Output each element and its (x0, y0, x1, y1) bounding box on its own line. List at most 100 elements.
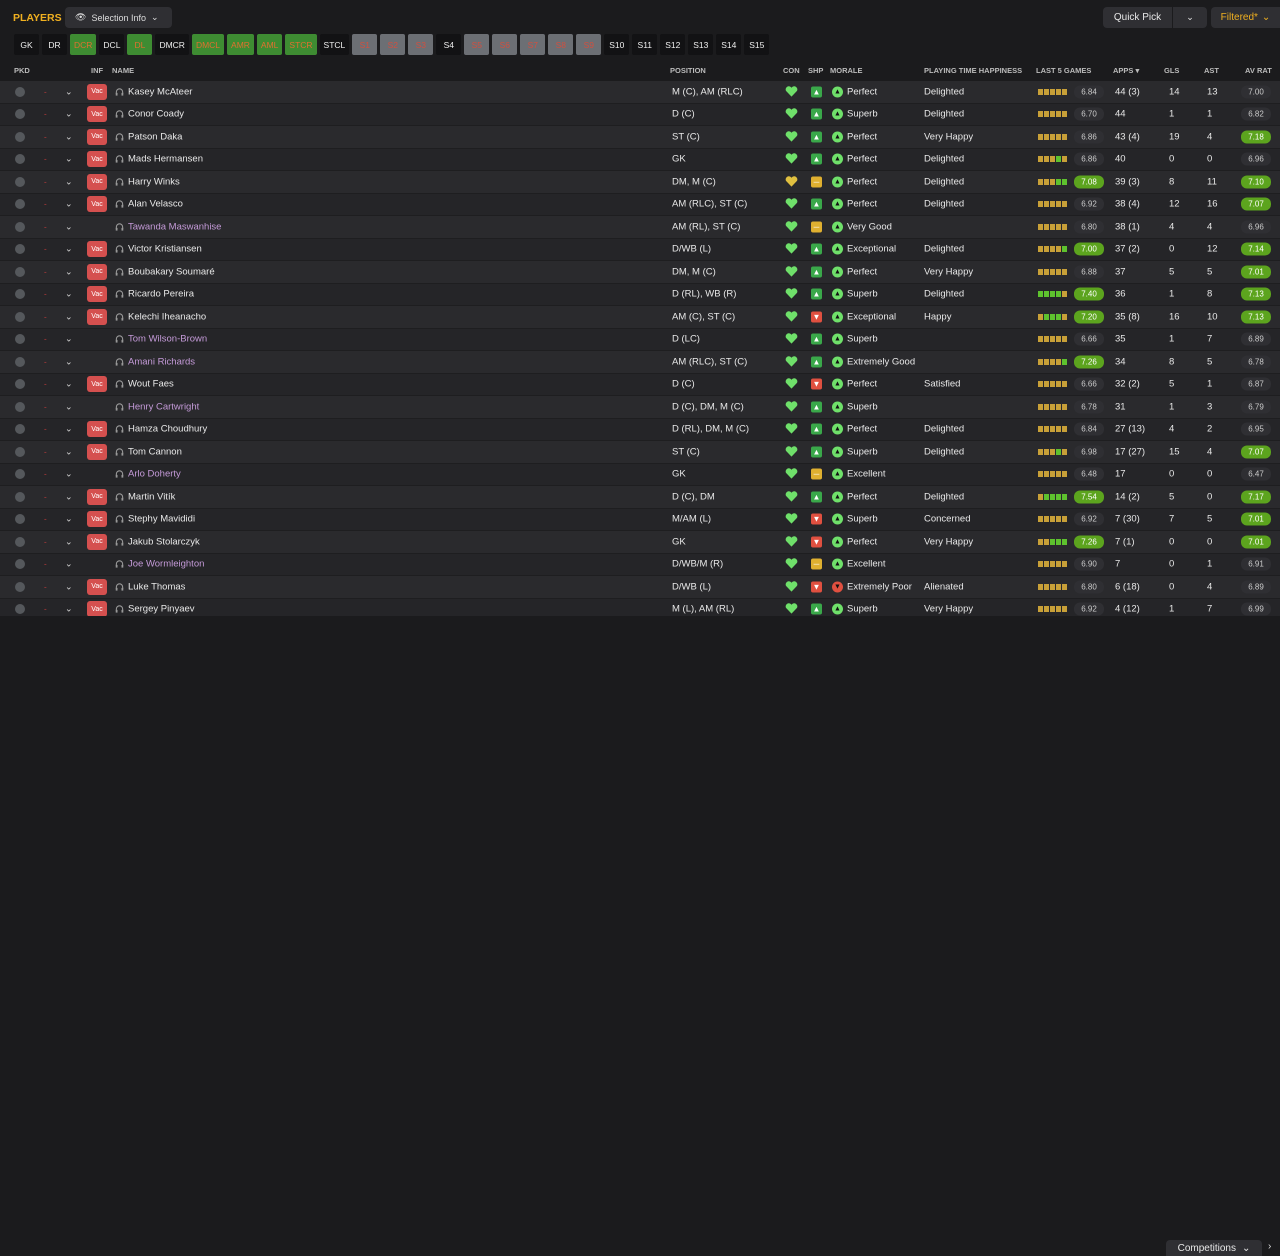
position-button[interactable]: S8 (548, 34, 574, 55)
player-name[interactable]: Kasey McAteer (128, 86, 192, 97)
morale-label[interactable]: Superb (847, 604, 878, 615)
pkd-marker[interactable]: - (44, 537, 47, 546)
condition-heart-icon[interactable] (785, 535, 799, 548)
pkd-marker[interactable]: - (44, 132, 47, 141)
sharpness-icon[interactable]: ▼ (811, 513, 822, 525)
last5-rating[interactable]: 6.98 (1074, 445, 1104, 459)
last5-form-bars[interactable] (1038, 403, 1067, 410)
table-row[interactable]: - ⌄ Vac Ricardo Pereira D (RL), WB (R) ▲ ▲ Supe… (0, 283, 1280, 306)
pick-checkbox[interactable] (15, 131, 25, 142)
headphones-icon[interactable] (115, 380, 124, 389)
last5-form-bars[interactable] (1038, 223, 1067, 230)
expand-chevron-icon[interactable]: ⌄ (65, 559, 73, 570)
assists[interactable]: 7 (1207, 604, 1212, 615)
condition-heart-icon[interactable] (785, 333, 799, 346)
table-row[interactable]: - ⌄ Vac Wout Faes D (C) ▼ ▲ Perfect Satisfied 6.6… (0, 373, 1280, 396)
expand-chevron-icon[interactable]: ⌄ (65, 266, 73, 277)
position-button[interactable]: S2 (380, 34, 406, 55)
pkd-marker[interactable]: - (44, 110, 47, 119)
goals[interactable]: 1 (1169, 334, 1174, 345)
table-row[interactable]: - ⌄ Vac Hamza Choudhury D (RL), DM, M (C) ▲ ▲ P… (0, 418, 1280, 441)
average-rating[interactable]: 6.79 (1241, 400, 1271, 414)
last5-rating[interactable]: 7.00 (1074, 242, 1104, 256)
goals[interactable]: 8 (1169, 356, 1174, 367)
average-rating[interactable]: 7.01 (1241, 512, 1271, 526)
sharpness-icon[interactable]: ▲ (811, 153, 822, 165)
assists[interactable]: 7 (1207, 334, 1212, 345)
appearances[interactable]: 7 (30) (1115, 514, 1140, 525)
last5-form-bars[interactable] (1038, 426, 1067, 433)
sharpness-icon[interactable]: ─ (811, 176, 822, 188)
playing-time-happiness[interactable]: Concerned (924, 514, 970, 525)
position-button[interactable]: S15 (744, 34, 770, 55)
player-position[interactable]: AM (RL), ST (C) (672, 221, 740, 232)
average-rating[interactable]: 7.14 (1241, 242, 1271, 256)
condition-heart-icon[interactable] (785, 355, 799, 368)
condition-heart-icon[interactable] (785, 513, 799, 526)
expand-chevron-icon[interactable]: ⌄ (65, 199, 73, 210)
player-name[interactable]: Harry Winks (128, 176, 180, 187)
pkd-marker[interactable]: - (44, 312, 47, 321)
position-button[interactable]: S10 (604, 34, 630, 55)
vac-badge[interactable]: Vac (87, 421, 107, 438)
playing-time-happiness[interactable]: Very Happy (924, 131, 973, 142)
playing-time-happiness[interactable]: Delighted (924, 289, 964, 300)
player-name[interactable]: Tawanda Maswanhise (128, 221, 221, 232)
headphones-icon[interactable] (115, 537, 124, 546)
vac-badge[interactable]: Vac (87, 128, 107, 145)
last5-form-bars[interactable] (1038, 291, 1067, 298)
appearances[interactable]: 7 (1115, 559, 1120, 570)
last5-rating[interactable]: 6.66 (1074, 377, 1104, 391)
last5-form-bars[interactable] (1038, 561, 1067, 568)
vac-badge[interactable]: Vac (87, 533, 107, 550)
col-con[interactable]: CON (783, 66, 800, 75)
vac-badge[interactable]: Vac (87, 376, 107, 393)
goals[interactable]: 1 (1169, 109, 1174, 120)
player-position[interactable]: AM (RLC), ST (C) (672, 199, 747, 210)
morale-icon[interactable]: ▲ (832, 333, 843, 345)
position-button[interactable]: DMCL (191, 34, 225, 55)
position-button[interactable]: S1 (352, 34, 378, 55)
morale-label[interactable]: Superb (847, 446, 878, 457)
playing-time-happiness[interactable]: Satisfied (924, 379, 960, 390)
player-name[interactable]: Victor Kristiansen (128, 244, 202, 255)
morale-label[interactable]: Superb (847, 334, 878, 345)
table-row[interactable]: - ⌄ Vac Tom Cannon ST (C) ▲ ▲ Superb Delighted 6.… (0, 441, 1280, 464)
sharpness-icon[interactable]: ▼ (811, 378, 822, 390)
expand-chevron-icon[interactable]: ⌄ (65, 491, 73, 502)
last5-rating[interactable]: 6.86 (1074, 130, 1104, 144)
player-position[interactable]: D (RL), WB (R) (672, 289, 736, 300)
table-row[interactable]: - ⌄ Vac Harry Winks DM, M (C) ─ ▲ Perfect Deligh… (0, 171, 1280, 194)
expand-chevron-icon[interactable]: ⌄ (65, 446, 73, 457)
average-rating[interactable]: 7.01 (1241, 535, 1271, 549)
last5-rating[interactable]: 6.78 (1074, 400, 1104, 414)
expand-chevron-icon[interactable]: ⌄ (65, 356, 73, 367)
pick-checkbox[interactable] (15, 379, 25, 390)
average-rating[interactable]: 6.96 (1241, 152, 1271, 166)
expand-chevron-icon[interactable]: ⌄ (65, 176, 73, 187)
goals[interactable]: 0 (1169, 469, 1174, 480)
morale-icon[interactable]: ▼ (832, 581, 843, 593)
playing-time-happiness[interactable]: Delighted (924, 446, 964, 457)
morale-label[interactable]: Perfect (847, 424, 877, 435)
last5-rating[interactable]: 6.86 (1074, 152, 1104, 166)
appearances[interactable]: 40 (1115, 154, 1126, 165)
last5-form-bars[interactable] (1038, 336, 1067, 343)
last5-form-bars[interactable] (1038, 268, 1067, 275)
chevron-right-icon[interactable]: › (1268, 1241, 1271, 1252)
average-rating[interactable]: 7.07 (1241, 445, 1271, 459)
headphones-icon[interactable] (115, 290, 124, 299)
player-position[interactable]: ST (C) (672, 131, 700, 142)
table-row[interactable]: - ⌄ Vac Alan Velasco AM (RLC), ST (C) ▲ ▲ Perfe… (0, 193, 1280, 216)
assists[interactable]: 16 (1207, 199, 1218, 210)
table-row[interactable]: - ⌄ Vac Kasey McAteer M (C), AM (RLC) ▲ ▲ Perfe… (0, 81, 1280, 104)
appearances[interactable]: 17 (1115, 469, 1126, 480)
morale-label[interactable]: Excellent (847, 469, 886, 480)
pick-checkbox[interactable] (15, 334, 25, 345)
headphones-icon[interactable] (115, 582, 124, 591)
goals[interactable]: 1 (1169, 289, 1174, 300)
last5-form-bars[interactable] (1038, 246, 1067, 253)
expand-chevron-icon[interactable]: ⌄ (65, 131, 73, 142)
last5-rating[interactable]: 6.90 (1074, 557, 1104, 571)
condition-heart-icon[interactable] (785, 220, 799, 233)
